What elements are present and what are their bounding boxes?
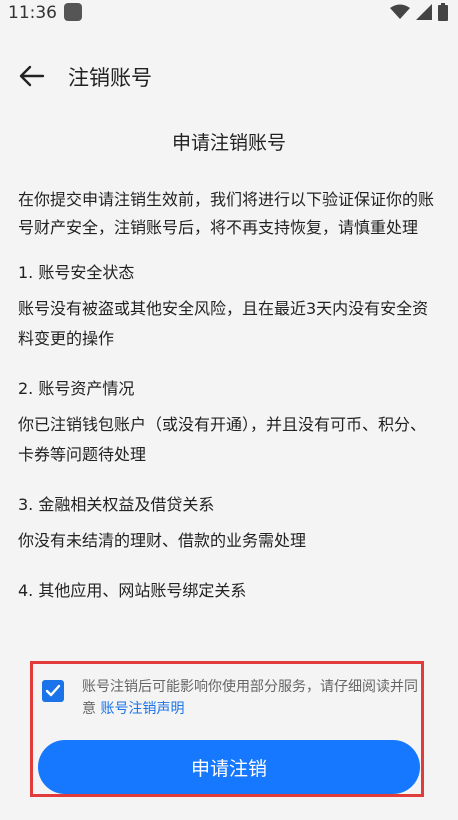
document-title: 申请注销账号: [171, 132, 286, 154]
submit-cancel-account-button[interactable]: 申请注销: [38, 740, 420, 794]
section-body: 你没有未结清的理财、借款的业务需处理: [18, 531, 307, 550]
wifi-icon: [390, 4, 410, 19]
agreement-checkbox[interactable]: [42, 680, 64, 702]
section-title: 3. 金融相关权益及借贷关系: [18, 495, 215, 514]
status-icons: [390, 3, 448, 21]
document-content: 在你提交申请注销生效前，我们将进行以下验证保证你的账号财产安全，注销账号后，将不…: [18, 186, 438, 612]
section-title: 2. 账号资产情况: [18, 379, 135, 398]
notification-app-icon: [64, 3, 82, 21]
arrow-left-icon: [19, 65, 45, 87]
back-button[interactable]: [16, 60, 48, 92]
status-bar: 11:36: [0, 0, 458, 24]
section-body: 你已注销钱包账户（或没有开通），并且没有可币、积分、卡券等问题待处理: [18, 415, 427, 464]
check-icon: [45, 684, 61, 697]
agreement-text: 账号注销后可能影响你使用部分服务，请仔细阅读并同意 账号注销声明: [82, 676, 428, 720]
section-title: 4. 其他应用、网站账号绑定关系: [18, 581, 247, 600]
intro-text: 在你提交申请注销生效前，我们将进行以下验证保证你的账号财产安全，注销账号后，将不…: [18, 190, 435, 237]
signal-icon: [416, 4, 432, 20]
app-bar: 注销账号: [0, 52, 458, 100]
battery-icon: [438, 3, 448, 21]
agreement-link[interactable]: 账号注销声明: [100, 701, 184, 717]
page-title: 注销账号: [68, 66, 152, 90]
section-title: 1. 账号安全状态: [18, 263, 135, 282]
status-time: 11:36: [8, 3, 57, 23]
section-body: 账号没有被盗或其他安全风险，且在最近3天内没有安全资料变更的操作: [18, 299, 429, 348]
